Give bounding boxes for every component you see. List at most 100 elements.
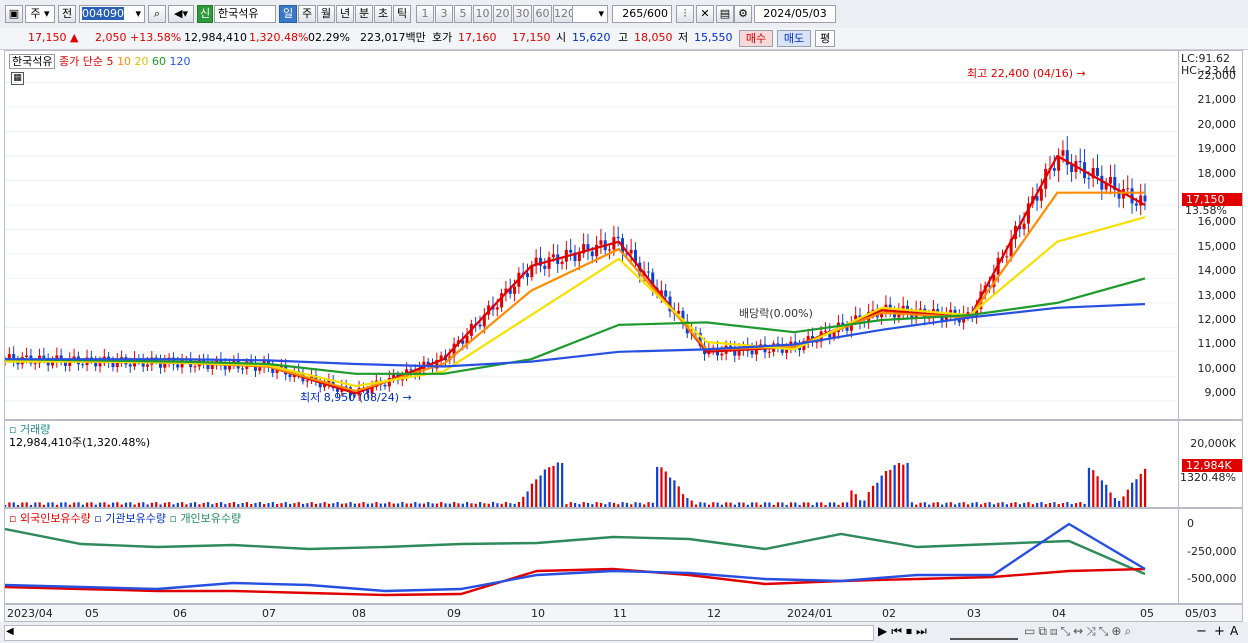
interval-2-button[interactable]: 5 (454, 5, 472, 23)
gear-icon[interactable]: ⚙ (734, 5, 752, 23)
volume-bar (327, 503, 331, 507)
volume-bar (841, 502, 844, 507)
volume-bar (673, 480, 676, 507)
holding-y-axis: 0 -250,000 -500,000 (1179, 508, 1243, 604)
volume-bar (776, 502, 780, 507)
volume-bar (435, 503, 439, 507)
volume-bar (250, 504, 253, 507)
window-icon[interactable]: ▣ (5, 5, 23, 23)
bid-label: 호가 (432, 31, 453, 44)
volume-bar (129, 502, 132, 507)
legend-foreign-text: 외국인보유수량 (19, 512, 91, 525)
volume-bar (336, 502, 339, 507)
candle-body (81, 364, 85, 366)
period-2-button[interactable]: 월 (317, 5, 335, 23)
x-axis-label: 03 (967, 607, 981, 620)
interval-4-button[interactable]: 20 (493, 5, 512, 23)
price-y-tick: 16,000 (1197, 215, 1237, 229)
volume-bar (5, 505, 7, 507)
volume-value: 12,984,410 (184, 31, 247, 44)
candle-body (543, 265, 547, 269)
period-4-button[interactable]: 분 (355, 5, 373, 23)
speaker-icon[interactable]: ◀▾ (168, 5, 194, 23)
playback-controls[interactable]: ▶⏮⏹⏭ (878, 624, 931, 639)
x-axis-label: 05 (85, 607, 99, 620)
candle-body (720, 353, 724, 356)
stock-code-input[interactable]: 004090 ▾ (79, 5, 145, 23)
holding-panel[interactable]: ▫ 외국인보유수량 ▫ 기관보유수량 ▫ 개인보유수량 (4, 508, 1179, 604)
volume-chart (5, 462, 1147, 507)
volume-bar (228, 502, 231, 507)
candle-body (577, 253, 581, 262)
volume-bar (1049, 502, 1052, 507)
period-3-button[interactable]: 년 (336, 5, 354, 23)
volume-bar (470, 503, 473, 507)
volume-bar (1044, 504, 1047, 507)
volume-bar (975, 502, 978, 507)
sell-button[interactable]: 매도 (777, 30, 811, 47)
volume-bar (928, 504, 931, 507)
date-input[interactable]: 2024/05/03 (754, 5, 836, 23)
interval-0-button[interactable]: 1 (416, 5, 434, 23)
price-chart-panel[interactable]: 한국석유 종가 단순 5 10 20 60 120 ▦ 최고 22,400 (0… (4, 50, 1179, 420)
bottom-bar: ◀ ▶⏮⏹⏭ ▭⧉⧈⤡↔⤨⤡⊕⌕ − + A (0, 622, 1248, 643)
volume-bar (189, 502, 192, 507)
legend-ma10: 10 (116, 55, 131, 68)
volume-bar (12, 502, 15, 507)
save-icon[interactable]: ▤ (716, 5, 734, 23)
buy-button[interactable]: 매수 (739, 30, 773, 47)
volume-bar (146, 504, 149, 507)
candle-body (409, 369, 413, 371)
candle-body (128, 364, 132, 367)
grid-icon[interactable]: ▦ (11, 72, 24, 85)
scrollbar[interactable]: ◀ (4, 625, 874, 641)
volume-bar (871, 485, 875, 507)
volume-bar (509, 503, 512, 507)
prev-button[interactable]: 전 (58, 5, 76, 23)
interval-3-button[interactable]: 10 (473, 5, 492, 23)
holding-legend: ▫ 외국인보유수량 ▫ 기관보유수량 ▫ 개인보유수량 (9, 510, 241, 526)
volume-bar (90, 502, 93, 507)
volume-bar (1031, 504, 1034, 507)
price-y-tick: 12,000 (1197, 313, 1237, 326)
crosshair-icon[interactable]: ✕ (696, 5, 714, 23)
high-note: 최고 22,400 (04/16) → (967, 67, 1086, 80)
period-0-button[interactable]: 일 (279, 5, 297, 23)
interval-select[interactable]: ▾ (572, 5, 608, 23)
volume-bar (466, 502, 469, 507)
volume-bar (120, 504, 123, 507)
scroll-left-icon[interactable]: ◀ (6, 626, 14, 637)
volume-panel[interactable]: ▫ 거래량 12,984,410주(1,320.48%) (4, 420, 1179, 508)
volume-bar (574, 502, 577, 507)
interval-5-button[interactable]: 30 (513, 5, 532, 23)
bid-value: 17,160 (458, 31, 497, 44)
chevron-down-icon: ▾ (598, 7, 604, 20)
zoom-in-icon[interactable]: + (1214, 624, 1225, 639)
volume-bar (1118, 500, 1121, 507)
volume-bar (889, 469, 892, 507)
count-input[interactable]: 265/600 (612, 5, 672, 23)
search-icon[interactable]: ⌕ (148, 5, 166, 23)
interval-6-button[interactable]: 60 (533, 5, 552, 23)
auto-scale-icon[interactable]: A (1230, 624, 1238, 638)
volume-bar (202, 502, 205, 507)
interval-1-button[interactable]: 3 (435, 5, 453, 23)
draw-tools[interactable]: ▭⧉⧈⤡↔⤨⤡⊕⌕ (1024, 624, 1134, 639)
volume-bar (1066, 502, 1069, 507)
market-select[interactable]: 주 ▾ (25, 5, 55, 23)
volume-bar (366, 503, 369, 507)
period-5-button[interactable]: 초 (374, 5, 392, 23)
eval-button[interactable]: 평 (815, 30, 835, 47)
period-1-button[interactable]: 주 (298, 5, 316, 23)
zoom-slider[interactable] (950, 624, 1018, 640)
count-value: 265 (622, 7, 644, 20)
price-y-tick: 15,000 (1197, 239, 1237, 253)
period-6-button[interactable]: 틱 (393, 5, 411, 23)
candle-icon[interactable]: ⫶ (676, 5, 694, 23)
price-y-tick: 14,000 (1197, 264, 1237, 278)
volume-bar (245, 502, 249, 507)
volume-bar (444, 503, 447, 507)
dividend-note: 배당락(0.00%) (739, 307, 813, 320)
zoom-out-icon[interactable]: − (1196, 624, 1207, 639)
price-y-tick: 19,000 (1197, 142, 1237, 156)
